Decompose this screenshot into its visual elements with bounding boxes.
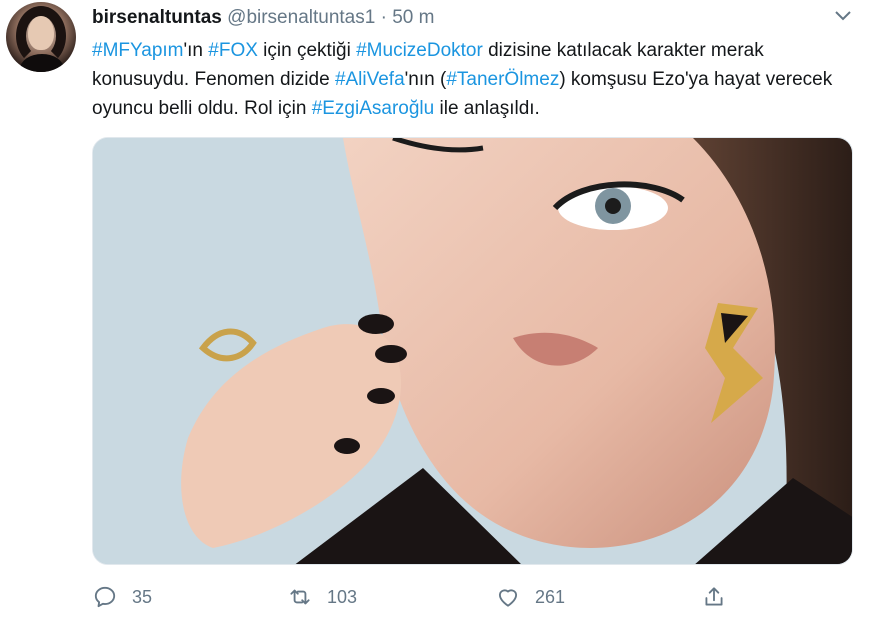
share-button[interactable] — [701, 580, 727, 614]
chevron-down-icon[interactable] — [832, 8, 854, 24]
tweet-text-segment: için çektiği — [257, 40, 357, 61]
timestamp[interactable]: 50 m — [392, 7, 434, 28]
display-name[interactable]: birsenaltuntas — [92, 7, 222, 28]
tweet-actions: 35 103 261 — [0, 580, 873, 614]
reply-icon — [94, 586, 116, 608]
reply-button[interactable]: 35 — [92, 580, 152, 614]
retweet-button[interactable]: 103 — [287, 580, 357, 614]
separator: · — [380, 7, 387, 28]
avatar[interactable] — [6, 2, 76, 72]
hashtag-link[interactable]: #AliVefa — [335, 69, 405, 90]
heart-icon — [498, 589, 518, 607]
retweet-icon — [290, 589, 310, 605]
like-count: 261 — [535, 586, 566, 607]
hashtag-link[interactable]: #TanerÖlmez — [446, 69, 559, 90]
tweet-text-segment: 'nın ( — [404, 69, 447, 90]
hashtag-link[interactable]: #MucizeDoktor — [356, 40, 483, 61]
tweet-text-segment: 'ın — [183, 40, 209, 61]
hashtag-link[interactable]: #MFYapım — [92, 40, 184, 61]
avatar-face — [28, 16, 54, 50]
hashtag-link[interactable]: #FOX — [208, 40, 258, 61]
tweet-header: birsenaltuntas @birsenaltuntas1 · 50 m — [92, 6, 434, 30]
reply-count: 35 — [132, 586, 153, 607]
retweet-count: 103 — [327, 586, 358, 607]
tweet-text-segment: ile anlaşıldı. — [434, 98, 540, 119]
handle[interactable]: @birsenaltuntas1 — [227, 7, 375, 28]
tweet-text: #MFYapım'ın #FOX için çektiği #MucizeDok… — [92, 36, 852, 123]
share-icon — [705, 587, 723, 606]
tweet-photo[interactable] — [92, 137, 853, 565]
like-button[interactable]: 261 — [495, 580, 565, 614]
hashtag-link[interactable]: #EzgiAsaroğlu — [312, 98, 435, 119]
photo-illustration — [93, 138, 852, 564]
